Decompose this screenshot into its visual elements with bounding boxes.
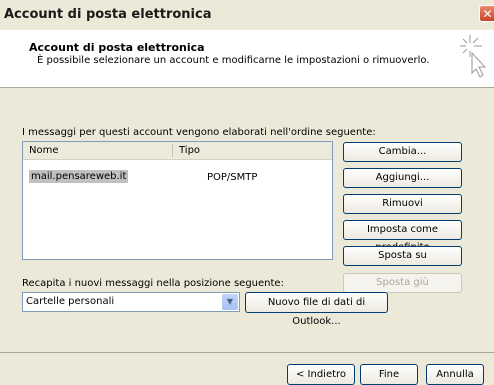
- window-title: Account di posta elettronica: [4, 7, 212, 22]
- delivery-location-select[interactable]: Cartelle personali ▼: [22, 292, 240, 312]
- column-divider[interactable]: [172, 144, 173, 157]
- close-button[interactable]: ✕: [479, 5, 494, 22]
- set-default-button[interactable]: Imposta come predefinito: [343, 220, 462, 253]
- order-label: I messaggi per questi account vengono el…: [22, 127, 376, 138]
- accounts-list[interactable]: Nome Tipo mail.pensareweb.it POP/SMTP: [22, 141, 333, 260]
- header-subtitle: È possibile selezionare un account e mod…: [37, 55, 430, 66]
- account-name: mail.pensareweb.it: [29, 170, 129, 183]
- column-header-name[interactable]: Nome: [29, 145, 59, 156]
- wizard-header: Account di posta elettronica È possibile…: [0, 30, 494, 88]
- delivery-label: Recapita i nuovi messaggi nella posizion…: [22, 278, 284, 289]
- account-type: POP/SMTP: [207, 172, 258, 183]
- cancel-button[interactable]: Annulla: [426, 364, 484, 385]
- list-header: Nome Tipo: [23, 142, 332, 160]
- header-title: Account di posta elettronica: [29, 41, 205, 54]
- column-header-type[interactable]: Tipo: [179, 145, 200, 156]
- list-item[interactable]: mail.pensareweb.it POP/SMTP: [29, 170, 257, 183]
- dialog-window: Account di posta elettronica ✕ Account d…: [0, 0, 494, 385]
- chevron-down-icon[interactable]: ▼: [222, 294, 238, 310]
- move-up-button[interactable]: Sposta su: [343, 246, 462, 266]
- footer-divider: [0, 352, 494, 353]
- change-button[interactable]: Cambia...: [343, 142, 462, 162]
- title-bar: Account di posta elettronica ✕: [0, 0, 494, 30]
- finish-button[interactable]: Fine: [360, 364, 418, 385]
- new-data-file-button[interactable]: Nuovo file di dati di Outlook...: [245, 292, 388, 327]
- add-button[interactable]: Aggiungi...: [343, 168, 462, 188]
- back-button[interactable]: < Indietro: [287, 364, 355, 385]
- delivery-location-value: Cartelle personali: [26, 296, 115, 307]
- remove-button[interactable]: Rimuovi: [343, 194, 462, 214]
- sparkle-cursor-icon: [460, 35, 486, 78]
- move-down-button[interactable]: Sposta giù: [343, 273, 462, 293]
